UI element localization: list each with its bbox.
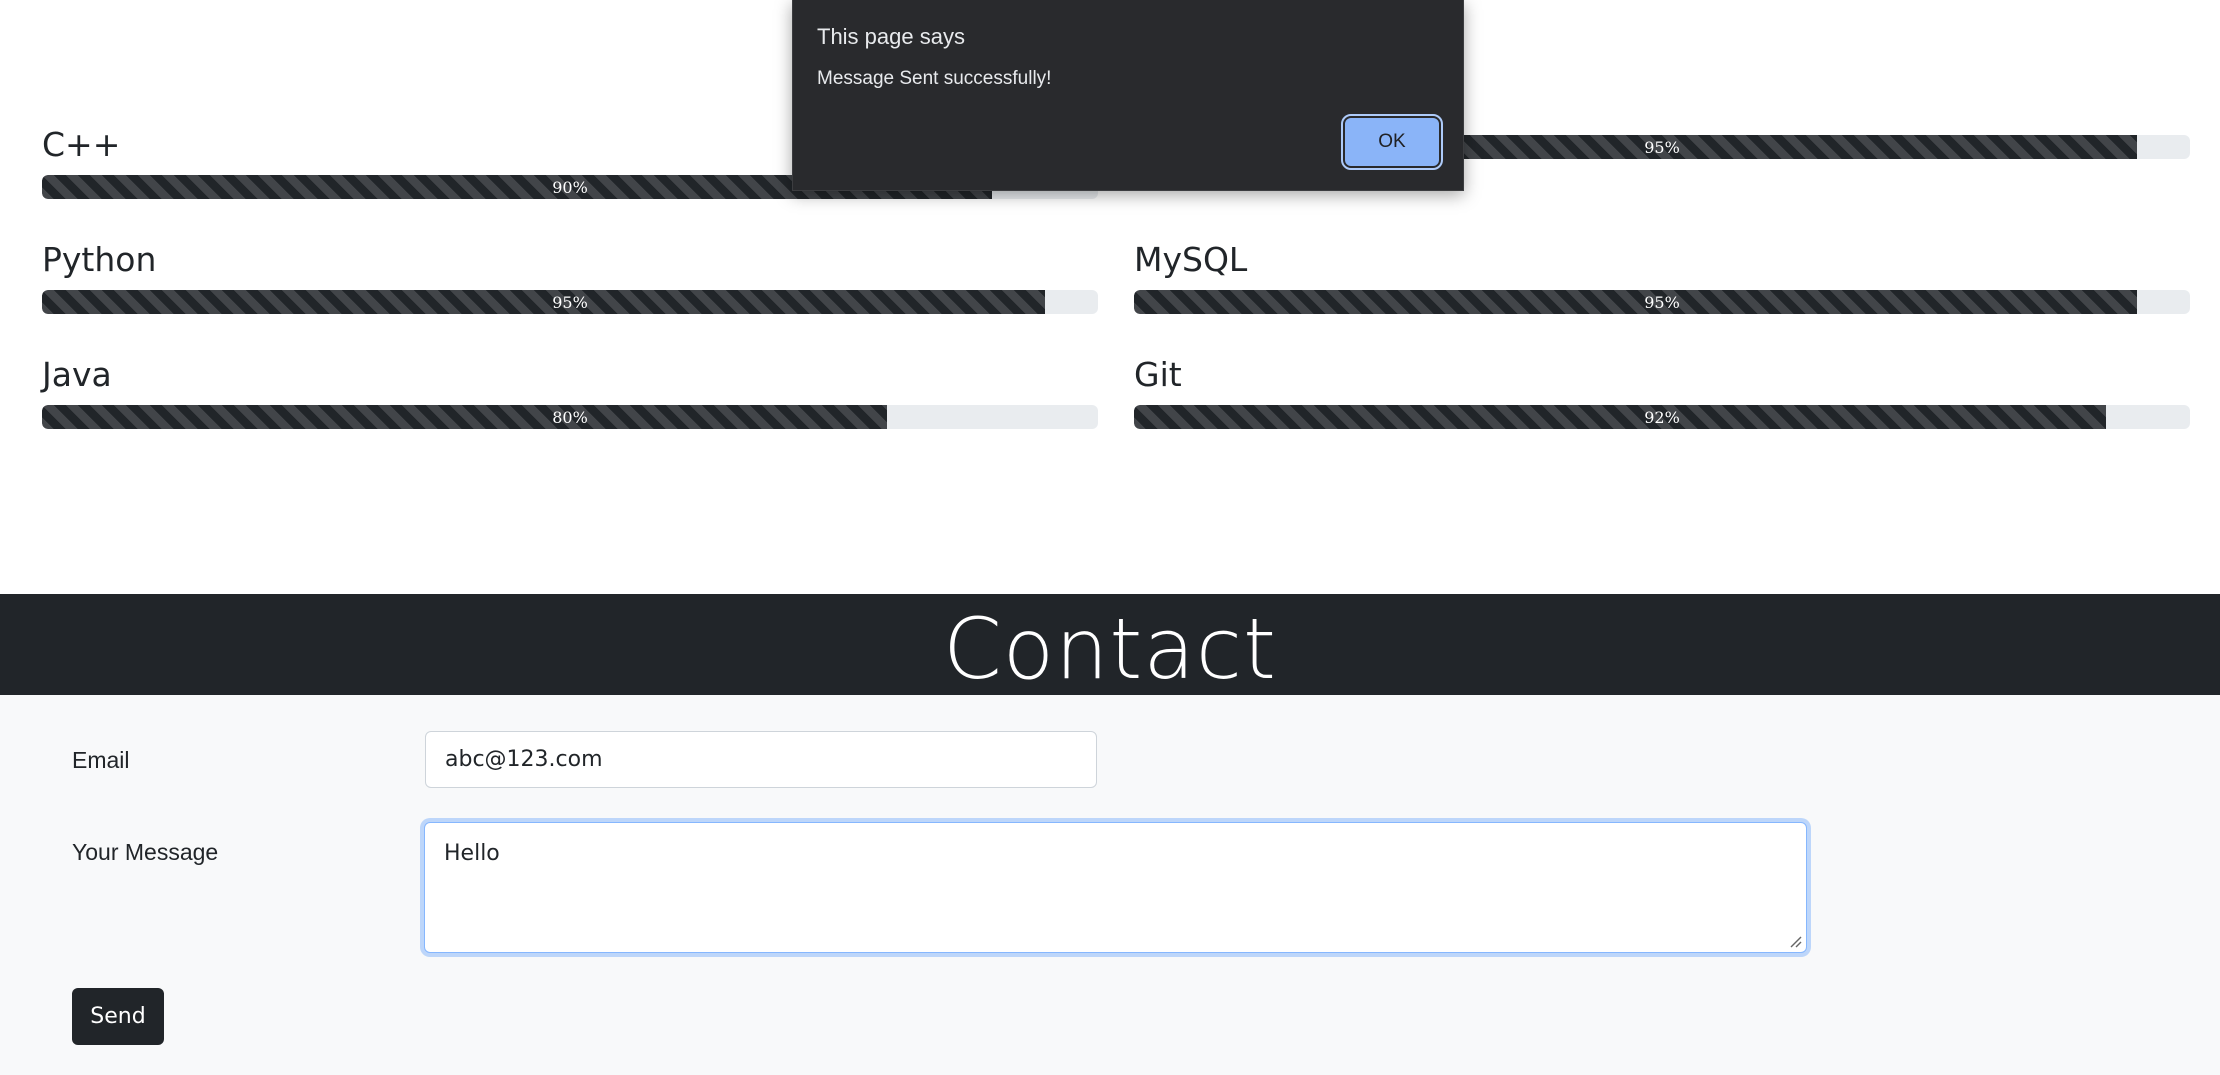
alert-title: This page says bbox=[817, 24, 965, 49]
contact-title: Contact bbox=[943, 600, 1277, 695]
alert-message: Message Sent successfully! bbox=[817, 68, 1052, 89]
progress-label: 95% bbox=[1644, 292, 1680, 312]
skill-mysql: MySQL 95% bbox=[1134, 240, 2190, 314]
skill-name: Java bbox=[42, 355, 112, 394]
skill-java: Java 80% bbox=[42, 355, 1098, 429]
alert-dialog: This page says Message Sent successfully… bbox=[792, 0, 1464, 191]
progress-bar: 92% bbox=[1134, 405, 2190, 429]
progress-label: 80% bbox=[552, 407, 588, 427]
progress-label: 92% bbox=[1644, 407, 1680, 427]
skill-name: Python bbox=[42, 240, 157, 279]
skill-git: Git 92% bbox=[1134, 355, 2190, 429]
progress-bar: 95% bbox=[42, 290, 1098, 314]
message-textarea[interactable]: Hello bbox=[424, 822, 1807, 953]
contact-header: Contact bbox=[0, 594, 2220, 695]
email-field[interactable]: abc@123.com bbox=[425, 731, 1097, 788]
progress-label: 95% bbox=[552, 292, 588, 312]
ok-button[interactable]: OK bbox=[1341, 114, 1443, 170]
skill-name: MySQL bbox=[1134, 240, 1248, 279]
send-button[interactable]: Send bbox=[72, 988, 164, 1045]
message-label: Your Message bbox=[72, 839, 219, 865]
resize-grip-icon[interactable] bbox=[1788, 934, 1802, 948]
message-text: Hello bbox=[444, 841, 500, 866]
skill-python: Python 95% bbox=[42, 240, 1098, 314]
skill-name: Git bbox=[1134, 355, 1182, 394]
progress-bar: 80% bbox=[42, 405, 1098, 429]
contact-form: Email abc@123.com Your Message Hello Sen… bbox=[0, 695, 2220, 1075]
email-label: Email bbox=[72, 747, 130, 773]
progress-bar: 95% bbox=[1134, 290, 2190, 314]
